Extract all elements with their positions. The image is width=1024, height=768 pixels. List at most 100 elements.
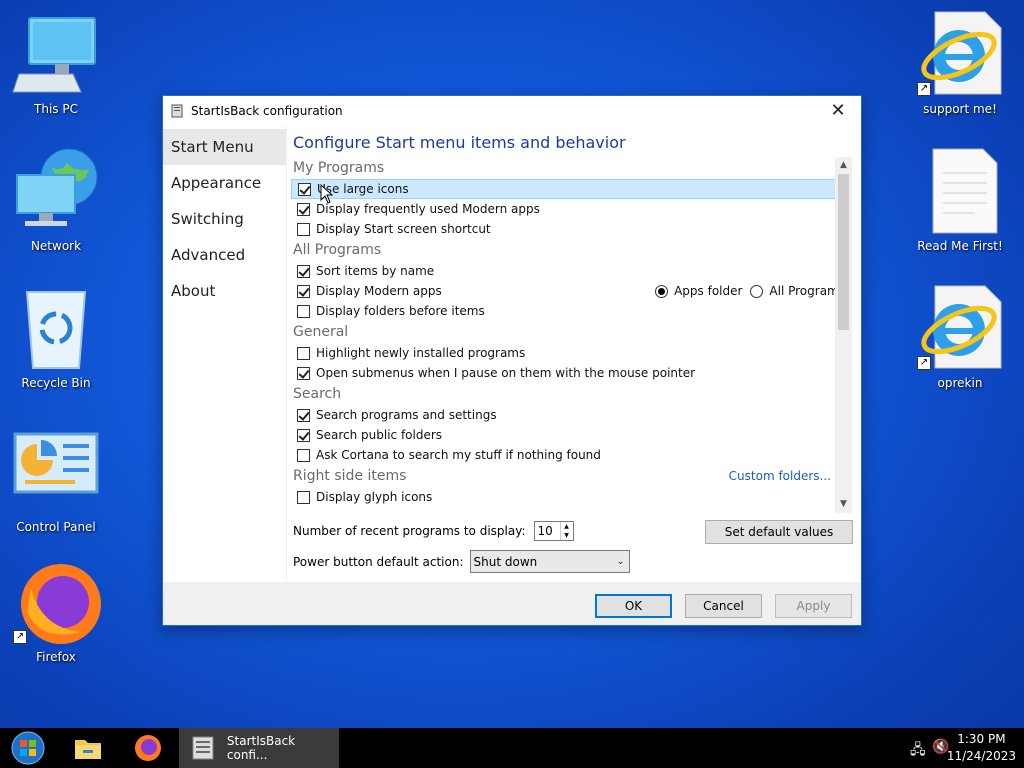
radio-label: All Programs [769, 284, 845, 298]
set-default-values-button[interactable]: Set default values [705, 520, 853, 544]
checkbox[interactable] [297, 202, 310, 216]
firefox-icon [135, 735, 161, 761]
option-display-glyph-icons[interactable]: Display glyph icons [291, 487, 851, 507]
settings-content: Configure Start menu items and behavior … [286, 125, 861, 583]
nav-item-switching[interactable]: Switching [163, 201, 286, 237]
checkbox[interactable] [297, 222, 310, 236]
desktop-icon-network[interactable]: Network [6, 147, 106, 253]
option-label: Search public folders [316, 428, 443, 442]
recent-programs-stepper[interactable]: 10 ▲ ▼ [533, 521, 574, 541]
section-search: Search [293, 386, 342, 402]
desktop-icon-oprekin[interactable]: ↗ oprekin [910, 284, 1010, 390]
window-title: StartIsBack configuration [191, 103, 343, 118]
dialog-footer: OK Cancel Apply [163, 582, 861, 625]
checkbox[interactable] [297, 428, 310, 442]
desktop-icon-control-panel[interactable]: Control Panel [6, 430, 106, 534]
clock[interactable]: 1:30 PM 11/24/2023 [947, 731, 1016, 765]
taskbar: StartIsBack confi... 🖧 🔇 1:30 PM 11/24/2… [0, 728, 1024, 768]
checkbox[interactable] [297, 284, 310, 298]
stepper-down-icon[interactable]: ▼ [561, 531, 573, 540]
section-general: General [293, 324, 349, 340]
option-label: Display Start screen shortcut [316, 222, 491, 236]
checkbox[interactable] [298, 182, 311, 196]
taskbar-file-explorer[interactable] [66, 728, 110, 768]
options-list: My Programs Use large icons Display freq… [291, 157, 851, 513]
custom-folders-link[interactable]: Custom folders... [729, 465, 831, 487]
option-display-folders-before-items[interactable]: Display folders before items [291, 301, 851, 321]
settings-nav: Start Menu Appearance Switching Advanced… [163, 125, 286, 583]
option-display-frequent-modern-apps[interactable]: Display frequently used Modern apps [291, 199, 851, 219]
apply-button[interactable]: Apply [775, 594, 852, 618]
app-icon [192, 736, 214, 760]
taskbar-window-title: StartIsBack confi... [226, 734, 296, 762]
window-body: Start Menu Appearance Switching Advanced… [163, 125, 861, 583]
checkbox[interactable] [297, 264, 310, 278]
mouse-cursor-icon [320, 184, 334, 204]
power-button-setting: Power button default action: Shut down ⌄ [293, 550, 630, 573]
network-icon [11, 147, 101, 237]
checkbox[interactable] [297, 490, 310, 504]
nav-item-start-menu[interactable]: Start Menu [163, 129, 286, 165]
dropdown-value: Shut down [473, 554, 538, 569]
power-action-dropdown[interactable]: Shut down ⌄ [469, 550, 630, 573]
power-button-label: Power button default action: [293, 554, 464, 569]
checkbox[interactable] [297, 448, 310, 462]
network-icon[interactable]: 🖧 [910, 739, 926, 763]
option-label: Display folders before items [316, 304, 485, 318]
window-titlebar[interactable]: StartIsBack configuration ✕ [163, 96, 861, 125]
clock-date: 11/24/2023 [946, 749, 1016, 763]
radio-label: Apps folder [674, 284, 743, 298]
options-scrollbar[interactable]: ▲ ▼ [835, 157, 852, 513]
start-button[interactable] [6, 728, 50, 768]
taskbar-startisback-window[interactable]: StartIsBack confi... [179, 728, 339, 768]
taskbar-firefox[interactable] [126, 728, 170, 768]
option-use-large-icons[interactable]: Use large icons [291, 179, 851, 199]
option-display-modern-apps[interactable]: Display Modern apps Apps folder All Prog… [291, 281, 851, 301]
nav-item-about[interactable]: About [163, 273, 286, 309]
scroll-up-icon[interactable]: ▲ [835, 157, 852, 174]
radio-all-programs[interactable] [750, 284, 764, 298]
nav-item-appearance[interactable]: Appearance [163, 165, 286, 201]
checkbox[interactable] [297, 304, 310, 318]
recent-programs-label: Number of recent programs to display: [293, 524, 526, 538]
checkbox[interactable] [297, 366, 310, 380]
option-ask-cortana[interactable]: Ask Cortana to search my stuff if nothin… [291, 445, 851, 465]
option-label: Display glyph icons [316, 490, 433, 504]
desktop-icon-this-pc[interactable]: This PC [6, 10, 106, 116]
startisback-config-window: StartIsBack configuration ✕ Start Menu A… [162, 95, 862, 626]
desktop-icon-label: Control Panel [16, 520, 96, 534]
stepper-value[interactable]: 10 [535, 522, 560, 540]
page-title: Configure Start menu items and behavior [293, 133, 626, 152]
scrollbar-thumb[interactable] [838, 174, 849, 330]
desktop-icon-read-me-first[interactable]: Read Me First! [910, 147, 1010, 253]
ok-button[interactable]: OK [595, 594, 672, 618]
option-label: Search programs and settings [316, 408, 497, 422]
desktop-icon-firefox[interactable]: ↗ Firefox [6, 558, 106, 664]
computer-icon [11, 10, 101, 100]
desktop-icon-label: Firefox [36, 650, 76, 664]
option-highlight-new-programs[interactable]: Highlight newly installed programs [291, 343, 851, 363]
text-document-icon [915, 147, 1005, 237]
nav-item-advanced[interactable]: Advanced [163, 237, 286, 273]
scroll-down-icon[interactable]: ▼ [835, 496, 852, 513]
option-search-programs-settings[interactable]: Search programs and settings [291, 405, 851, 425]
checkbox[interactable] [297, 346, 310, 360]
desktop-icon-support-me[interactable]: ↗ support me! [910, 10, 1010, 116]
stepper-up-icon[interactable]: ▲ [561, 522, 573, 531]
option-sort-items-by-name[interactable]: Sort items by name [291, 261, 851, 281]
shortcut-arrow-icon: ↗ [917, 82, 931, 96]
windows-orb-icon [11, 731, 45, 765]
section-right-side-items: Right side items Custom folders... [291, 465, 851, 487]
radio-apps-folder[interactable] [655, 284, 669, 298]
close-button[interactable]: ✕ [815, 96, 861, 125]
desktop-icon-label: This PC [34, 102, 78, 116]
checkbox[interactable] [297, 408, 310, 422]
option-display-start-screen-shortcut[interactable]: Display Start screen shortcut [291, 219, 851, 239]
cancel-button[interactable]: Cancel [685, 594, 762, 618]
option-label: Ask Cortana to search my stuff if nothin… [316, 448, 601, 462]
option-open-submenus-on-pause[interactable]: Open submenus when I pause on them with … [291, 363, 851, 383]
option-search-public-folders[interactable]: Search public folders [291, 425, 851, 445]
option-label: Open submenus when I pause on them with … [316, 366, 696, 380]
desktop-icon-recycle-bin[interactable]: Recycle Bin [6, 284, 106, 390]
section-my-programs: My Programs [293, 160, 385, 176]
